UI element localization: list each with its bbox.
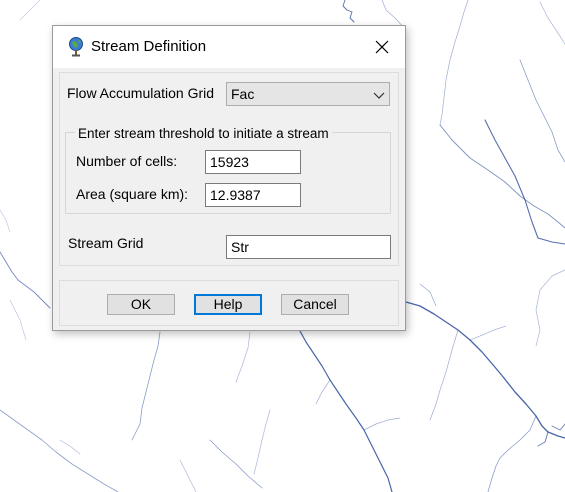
dialog-title: Stream Definition [91, 38, 207, 55]
stream-line [0, 409, 119, 492]
stream-line [469, 325, 507, 341]
chevron-down-icon [373, 88, 385, 104]
cancel-button[interactable]: Cancel [281, 294, 349, 315]
stream-line [235, 331, 251, 383]
globe-pin-icon [67, 37, 85, 57]
ok-button[interactable]: OK [107, 294, 175, 315]
flow-accumulation-value: Fac [231, 86, 255, 102]
stream-line [299, 330, 393, 492]
stream-line [0, 209, 11, 233]
stream-line [537, 431, 549, 447]
stream-line [439, 124, 565, 229]
stream-line [59, 439, 81, 455]
close-button[interactable] [359, 26, 405, 68]
flow-accumulation-select[interactable]: Fac [226, 82, 390, 106]
stream-line [0, 251, 51, 309]
threshold-legend: Enter stream threshold to initiate a str… [75, 126, 332, 141]
title-bar[interactable]: Stream Definition [53, 26, 405, 68]
stream-line [253, 409, 271, 475]
stream-line [484, 119, 565, 245]
stream-line [315, 379, 331, 405]
stream-line [519, 59, 565, 163]
stream-line [405, 301, 565, 439]
stream-line [487, 415, 537, 492]
stream-line [19, 0, 41, 21]
stream-line [535, 269, 565, 347]
stream-grid-input[interactable]: Str [226, 235, 391, 259]
stream-line [179, 459, 197, 492]
area-label: Area (square km): [76, 186, 189, 202]
flow-accumulation-label: Flow Accumulation Grid [67, 85, 215, 101]
area-input[interactable]: 12.9387 [205, 183, 301, 207]
help-button[interactable]: Help [194, 294, 262, 315]
stream-definition-dialog: Stream Definition Flow Accumulation Grid… [52, 25, 406, 331]
stream-line [363, 417, 401, 431]
close-icon [375, 40, 389, 54]
stream-grid-label: Stream Grid [68, 235, 144, 251]
stream-line [551, 423, 565, 431]
cells-label: Number of cells: [76, 153, 178, 169]
stream-line [429, 329, 459, 421]
stream-line [539, 1, 565, 45]
stream-line [439, 0, 469, 126]
stream-line [419, 283, 437, 307]
cells-input[interactable]: 15923 [205, 150, 301, 174]
stream-line [9, 299, 27, 341]
stream-line [342, 0, 355, 23]
stream-line [209, 439, 263, 489]
stream-line [131, 331, 161, 441]
